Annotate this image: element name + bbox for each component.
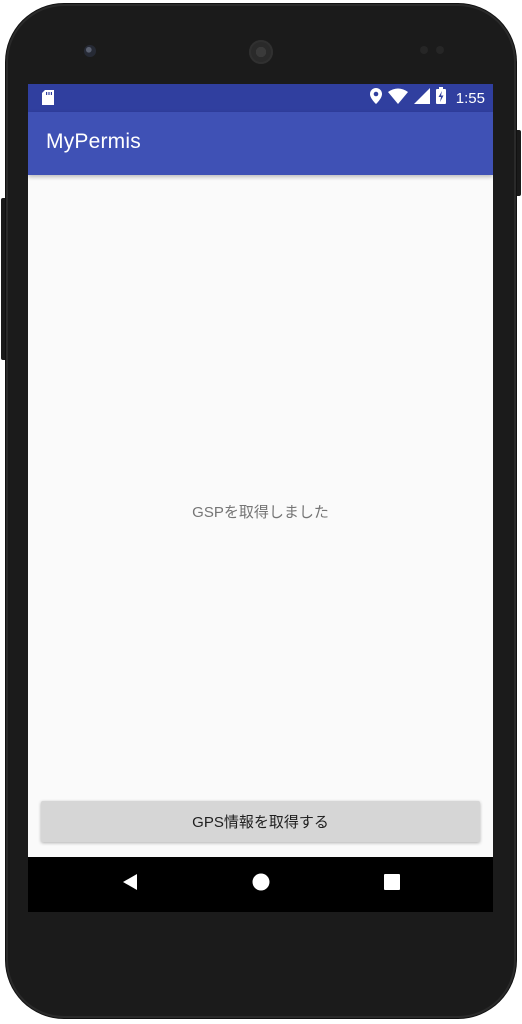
home-icon: [252, 873, 270, 896]
status-icons: 1:55: [369, 84, 485, 112]
status-time: 1:55: [455, 89, 485, 107]
battery-charging-icon: [435, 87, 446, 109]
recents-icon: [384, 874, 400, 895]
screen: 1:55 MyPermis GSPを取得しました GPS情報を取得する: [28, 84, 493, 912]
app-title: MyPermis: [46, 130, 141, 153]
device-stage: 1:55 MyPermis GSPを取得しました GPS情報を取得する: [0, 0, 522, 1024]
navigation-bar: [28, 857, 493, 912]
sd-card-icon: [42, 90, 54, 110]
front-camera: [84, 45, 96, 57]
cell-signal-icon: [413, 87, 430, 109]
recents-button[interactable]: [364, 857, 420, 912]
status-message: GSPを取得しました: [192, 504, 329, 521]
get-gps-button[interactable]: GPS情報を取得する: [41, 801, 480, 842]
proximity-sensor: [420, 46, 428, 54]
status-bar: 1:55: [28, 84, 493, 112]
earpiece-speaker: [249, 40, 273, 64]
back-icon: [121, 873, 139, 896]
back-button[interactable]: [102, 857, 158, 912]
app-bar: MyPermis: [28, 112, 493, 175]
wifi-icon: [387, 88, 408, 109]
light-sensor: [436, 46, 444, 54]
location-pin-icon: [369, 87, 382, 109]
home-button[interactable]: [233, 857, 289, 912]
